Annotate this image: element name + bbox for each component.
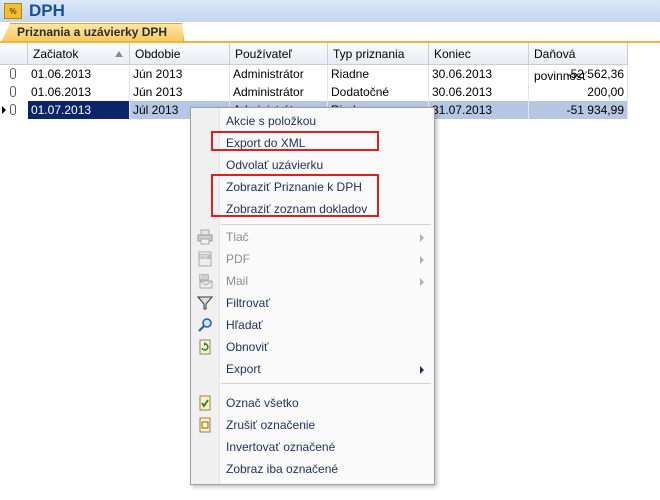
- menu-item-export[interactable]: Export: [191, 358, 434, 380]
- menu-item-mail[interactable]: PDF Mail: [191, 270, 434, 292]
- printer-icon: [197, 229, 213, 245]
- menu-item-zobraz-iba[interactable]: Zobraz iba označené: [191, 458, 434, 480]
- deselect-icon: [199, 417, 211, 433]
- col-zaciatok-label: Začiatok: [33, 47, 79, 61]
- window-title: DPH: [29, 1, 65, 20]
- cell-pouzivatel: Administrátor: [230, 65, 328, 83]
- col-koniec[interactable]: Koniec: [429, 43, 529, 65]
- cell-zaciatok: 01.06.2013: [28, 65, 130, 83]
- menu-item-tlac[interactable]: Tlač: [191, 226, 434, 248]
- filter-icon: [197, 296, 213, 310]
- menu-item-label: Mail: [226, 274, 249, 288]
- cell-danova-povinnost: -52 562,36: [529, 65, 628, 83]
- tab-strip: Priznania a uzávierky DPH: [0, 22, 660, 43]
- cell-danova-povinnost: -51 934,99: [529, 101, 628, 119]
- col-zaciatok[interactable]: Začiatok: [28, 43, 130, 65]
- menu-item-label: Export: [226, 362, 261, 376]
- percent-icon: %: [4, 3, 22, 19]
- menu-item-label: Zrušiť označenie: [226, 418, 316, 432]
- col-pouzivatel[interactable]: Používateľ: [230, 43, 328, 65]
- title-bar: % DPH: [0, 0, 660, 22]
- menu-item-label: Označ všetko: [226, 396, 299, 410]
- cell-obdobie: Jún 2013: [130, 83, 230, 101]
- submenu-arrow-icon: [420, 278, 424, 286]
- refresh-icon: [199, 339, 211, 355]
- menu-item-odvolat[interactable]: Odvolať uzávierku: [191, 154, 434, 176]
- attachment-icon: [10, 68, 16, 79]
- submenu-arrow-icon: [420, 366, 424, 374]
- menu-item-pdf[interactable]: PDF PDF: [191, 248, 434, 270]
- menu-item-label: Obnoviť: [226, 340, 269, 354]
- attachment-icon: [10, 104, 16, 115]
- menu-item-label: Odvolať uzávierku: [226, 158, 324, 172]
- menu-item-hladat[interactable]: Hľadať: [191, 314, 434, 336]
- menu-item-invertovat[interactable]: Invertovať označené: [191, 436, 434, 458]
- menu-separator: [221, 383, 431, 384]
- current-row-arrow-icon: [2, 106, 6, 114]
- cell-zaciatok: 01.07.2013: [28, 101, 130, 119]
- tab-priznania[interactable]: Priznania a uzávierky DPH: [2, 23, 184, 41]
- menu-item-label: Filtrovať: [226, 296, 270, 310]
- cell-pouzivatel: Administrátor: [230, 83, 328, 101]
- highlight-box-zobrazit: [211, 174, 379, 217]
- menu-item-zrusit-oznacenie[interactable]: Zrušiť označenie: [191, 414, 434, 436]
- svg-text:PDF: PDF: [200, 275, 209, 281]
- row-indicator: [0, 65, 28, 83]
- cell-typ: Dodatočné: [328, 83, 429, 101]
- pdf-icon: PDF: [198, 251, 212, 267]
- menu-separator: [221, 224, 431, 225]
- cell-koniec: 30.06.2013: [429, 83, 529, 101]
- table-row[interactable]: 01.06.2013 Jún 2013 Administrátor Riadne…: [0, 65, 628, 83]
- col-danova-povinnost[interactable]: Daňová povinnosť: [529, 43, 628, 83]
- col-obdobie[interactable]: Obdobie: [130, 43, 230, 65]
- cell-obdobie: Jún 2013: [130, 65, 230, 83]
- select-all-icon: [199, 395, 211, 411]
- search-icon: [198, 318, 212, 332]
- menu-item-obnovit[interactable]: Obnoviť: [191, 336, 434, 358]
- menu-item-label: Akcie s položkou: [226, 114, 317, 128]
- menu-item-label: Zobraz iba označené: [226, 462, 339, 476]
- submenu-arrow-icon: [420, 234, 424, 242]
- cell-koniec: 31.07.2013: [429, 101, 529, 119]
- menu-item-filtrovat[interactable]: Filtrovať: [191, 292, 434, 314]
- highlight-box-export-xml: [211, 131, 379, 151]
- row-indicator: [0, 101, 28, 119]
- menu-item-label: Tlač: [226, 230, 249, 244]
- attachment-icon: [10, 86, 16, 97]
- menu-item-label: Hľadať: [226, 318, 263, 332]
- mail-icon: PDF: [199, 274, 213, 289]
- cell-typ: Riadne: [328, 65, 429, 83]
- cell-koniec: 30.06.2013: [429, 65, 529, 83]
- submenu-arrow-icon: [420, 256, 424, 264]
- menu-item-label: PDF: [226, 252, 250, 266]
- menu-item-label: Invertovať označené: [226, 440, 336, 454]
- col-typ-priznania[interactable]: Typ priznania: [328, 43, 429, 65]
- sort-asc-icon: [115, 51, 123, 57]
- header-indicator: [0, 43, 28, 65]
- svg-text:PDF: PDF: [200, 255, 209, 261]
- table-row[interactable]: 01.06.2013 Jún 2013 Administrátor Dodato…: [0, 83, 628, 101]
- cell-danova-povinnost: 200,00: [529, 83, 628, 101]
- menu-item-oznac-vsetko[interactable]: Označ všetko: [191, 392, 434, 414]
- context-menu: Akcie s položkou Export do XML Odvolať u…: [190, 107, 435, 485]
- menu-item-akcie[interactable]: Akcie s položkou: [191, 110, 434, 132]
- row-indicator: [0, 83, 28, 101]
- cell-zaciatok: 01.06.2013: [28, 83, 130, 101]
